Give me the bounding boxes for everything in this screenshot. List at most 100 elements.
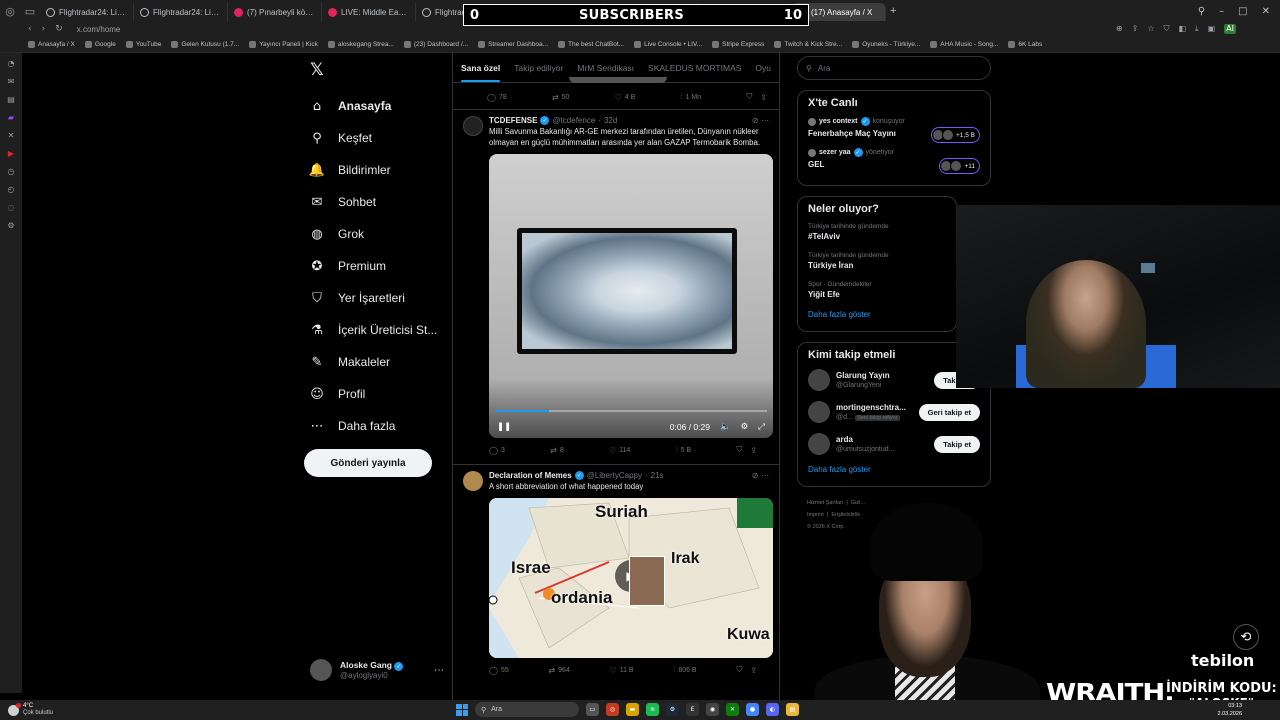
x-logo-icon[interactable]: 𝕏 bbox=[310, 60, 324, 80]
avatar[interactable] bbox=[463, 116, 483, 136]
discord-app-icon[interactable]: ◐ bbox=[766, 703, 779, 716]
cast-icon[interactable]: ▣ bbox=[1208, 24, 1216, 34]
shield-icon[interactable]: ⛉ bbox=[1163, 24, 1169, 34]
bookmark-item[interactable]: The best ChatBot... bbox=[558, 40, 624, 48]
account-switcher[interactable]: Aloske Gang ✓ @ayloglyayi0 ⋯ bbox=[310, 659, 444, 681]
close-icon[interactable]: ✕ bbox=[1262, 6, 1270, 17]
tweet-author-name[interactable]: TCDEFENSE bbox=[489, 116, 537, 125]
timeline-tab[interactable]: Oyu bbox=[755, 63, 771, 73]
tweet[interactable]: Declaration of Memes ✓ @LibertyCappy · 2… bbox=[453, 464, 779, 678]
repost-button[interactable]: ⇄ 964 bbox=[548, 666, 569, 675]
spotify-app-icon[interactable]: ≋ bbox=[646, 703, 659, 716]
nav-item-0[interactable]: ⌂ Anasayfa bbox=[308, 90, 458, 122]
browser-app-icon[interactable]: ◎ bbox=[606, 703, 619, 716]
xbox-app-icon[interactable]: ✕ bbox=[726, 703, 739, 716]
taskbar-search[interactable]: ⚲ Ara bbox=[475, 702, 579, 717]
bookmark-item[interactable]: aloskegang Strea... bbox=[327, 40, 394, 48]
forward-icon[interactable]: › bbox=[42, 24, 46, 34]
follow-suggestion[interactable]: arda @umutsuzjontud... Takip et bbox=[808, 433, 980, 455]
reload-icon[interactable]: ↻ bbox=[55, 24, 63, 34]
steam-app-icon[interactable]: ⚙ bbox=[666, 703, 679, 716]
bookmark-item[interactable]: 6K Labs bbox=[1008, 40, 1042, 48]
tweet[interactable]: TCDEFENSE ✓ @tcdefence · 32d ⊘ ⋯ Milli S… bbox=[453, 109, 779, 458]
post-button[interactable]: Gönderi yayınla bbox=[304, 449, 432, 477]
bookmark-item[interactable]: Stripe Express bbox=[712, 40, 764, 48]
sidebar-note-icon[interactable]: ▤ bbox=[7, 95, 15, 104]
trend-item[interactable]: Türkiye tarihinde gündemde #TelAviv bbox=[808, 223, 946, 241]
sidebar-history-icon[interactable]: ◷ bbox=[8, 167, 15, 176]
nav-item-3[interactable]: ✉ Sohbet bbox=[308, 186, 458, 218]
bookmark-item[interactable]: Google bbox=[84, 40, 116, 48]
timeline-tab[interactable]: Sana özel bbox=[461, 63, 501, 82]
sidebar-settings-icon[interactable]: ⚙ bbox=[7, 221, 14, 230]
bookmark-item[interactable]: Yayıncı Paneli | Kick bbox=[249, 40, 318, 48]
like-button[interactable]: ♡ 11 B bbox=[610, 666, 634, 675]
bookmark-item[interactable]: YouTube bbox=[125, 40, 161, 48]
volume-icon[interactable]: 🔈 bbox=[720, 422, 731, 432]
epic-app-icon[interactable]: E bbox=[686, 703, 699, 716]
like-button[interactable]: ♡ 114 bbox=[609, 446, 630, 455]
browser-tab[interactable]: LIVE: Middle East real-time... bbox=[322, 3, 416, 21]
sidebar-clock-icon[interactable]: ◴ bbox=[8, 185, 15, 194]
bookmark-share[interactable]: ⛉ ⇪ bbox=[736, 665, 757, 675]
tab-overview-icon[interactable]: ▭ bbox=[20, 0, 40, 22]
nav-item-5[interactable]: ✪ Premium bbox=[308, 250, 458, 282]
bookmark-icon[interactable]: ⛉ bbox=[736, 665, 742, 675]
tweet-author-handle[interactable]: @tcdefence bbox=[552, 116, 595, 125]
folder-app-icon[interactable]: ▬ bbox=[626, 703, 639, 716]
bookmark-icon[interactable]: ⛉ bbox=[746, 92, 752, 102]
views-button[interactable]: ⫶ 1 Mn bbox=[681, 92, 702, 102]
tweet-video[interactable]: Suriah Irak Israe ordania Kuwa ▶ bbox=[489, 498, 773, 658]
bookmark-item[interactable]: Twitch & Kick Stre... bbox=[774, 40, 842, 48]
tweet-author-name[interactable]: Declaration of Memes bbox=[489, 471, 572, 480]
minimize-icon[interactable]: – bbox=[1219, 6, 1224, 17]
bookmark-item[interactable]: (23) Dashboard /... bbox=[403, 40, 468, 48]
sidebar-chat-icon[interactable]: ◌ bbox=[8, 203, 15, 212]
nav-item-8[interactable]: ✎ Makaleler bbox=[308, 346, 458, 378]
follow-suggestion[interactable]: Glarung Yayın@GlarungYeniTakip et bbox=[808, 369, 980, 391]
sidebar-x-icon[interactable]: ✕ bbox=[8, 131, 15, 140]
trend-item[interactable]: Spor · Gündemdekiler Yiğit Efe bbox=[808, 281, 946, 299]
bookmark-icon[interactable]: ⛉ bbox=[736, 445, 742, 455]
browser-tab[interactable]: Flightradar24: Live Flight T bbox=[40, 3, 134, 21]
reply-button[interactable]: ◯ 78 bbox=[487, 93, 507, 102]
nav-item-2[interactable]: 🔔 Bildirimler bbox=[308, 154, 458, 186]
video-progress-bar[interactable] bbox=[495, 410, 767, 412]
tweet-more-icon[interactable]: ⊘ ⋯ bbox=[752, 116, 769, 125]
sidebar-bell-icon[interactable]: ◔ bbox=[8, 59, 15, 68]
task-view-icon[interactable]: ▭ bbox=[586, 703, 599, 716]
trend-item[interactable]: Türkiye tarihinde gündemde Türkiye İran bbox=[808, 252, 946, 270]
bookmark-item[interactable]: Live Console • LIV... bbox=[634, 40, 702, 48]
sidebar-youtube-icon[interactable]: ▶ bbox=[8, 149, 14, 158]
tweet-video[interactable]: ❚❚ 0:06 / 0:29 🔈 ⚙ ⤢ bbox=[489, 154, 773, 438]
tweet-time[interactable]: 32d bbox=[604, 116, 617, 125]
bookmark-share[interactable]: ⛉ ⇪ bbox=[736, 445, 757, 455]
live-item[interactable]: sezer yaa ✓ yönetiyor GEL +11 bbox=[808, 148, 980, 174]
nav-item-7[interactable]: ⚗ İçerik Üreticisi St... bbox=[308, 314, 458, 346]
tweet-time[interactable]: 21s bbox=[651, 471, 664, 480]
explorer-app-icon[interactable]: ▤ bbox=[786, 703, 799, 716]
new-tab-button[interactable]: + bbox=[890, 5, 896, 17]
nav-item-6[interactable]: ⛉ Yer İşaretleri bbox=[308, 282, 458, 314]
sidebar-mail-icon[interactable]: ✉ bbox=[8, 77, 15, 86]
show-more-link[interactable]: Daha fazla göster bbox=[808, 310, 946, 319]
extensions-icon[interactable]: ◧ bbox=[1178, 24, 1186, 34]
chrome-app-icon[interactable]: ● bbox=[746, 703, 759, 716]
timeline-tab[interactable]: Takip ediliyor bbox=[514, 63, 563, 73]
repost-button[interactable]: ⇄ 50 bbox=[552, 93, 570, 102]
views-button[interactable]: ⫶ 806 B bbox=[673, 665, 696, 675]
fullscreen-icon[interactable]: ⤢ bbox=[758, 422, 765, 432]
share-icon[interactable]: ⇪ bbox=[1132, 24, 1139, 34]
reply-button[interactable]: ◯ 3 bbox=[489, 446, 505, 455]
system-clock[interactable]: 03:13 2.03.2026 bbox=[1218, 702, 1242, 718]
avatar[interactable] bbox=[808, 433, 830, 455]
maximize-icon[interactable]: □ bbox=[1238, 6, 1247, 17]
repost-button[interactable]: ⇄ 8 bbox=[550, 446, 564, 455]
bookmark-item[interactable]: Oyuneks - Türkiye... bbox=[852, 40, 920, 48]
zoom-icon[interactable]: ⊕ bbox=[1116, 24, 1123, 34]
reply-button[interactable]: ◯ 55 bbox=[489, 666, 509, 675]
search-input[interactable]: ⚲ Ara bbox=[797, 56, 991, 80]
timeline-tab[interactable]: SKALEDUS MORTIMAS bbox=[648, 63, 741, 73]
follow-button[interactable]: Takip et bbox=[934, 435, 980, 453]
bookmark-item[interactable]: Streamer Dashboa... bbox=[478, 40, 548, 48]
